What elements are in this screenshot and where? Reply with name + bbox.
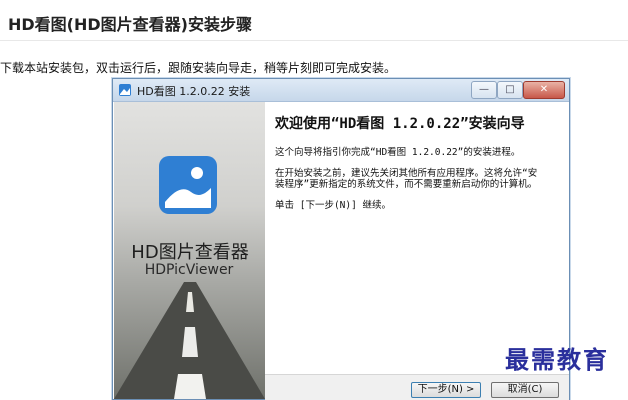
road-image (114, 282, 265, 399)
installer-side-banner: HD图片查看器 HDPicViewer (114, 102, 265, 399)
intro-text: 下载本站安装包，双击运行后，跟随安装向导走，稍等片刻即可完成安装。 (0, 61, 397, 75)
minimize-button[interactable]: — (471, 81, 497, 99)
maximize-button[interactable]: □ (497, 81, 523, 99)
close-button[interactable]: ✕ (523, 81, 565, 99)
installer-window: HD看图 1.2.0.22 安装 — □ ✕ HD图片查看器 HDPicView… (112, 78, 570, 400)
installer-button-bar: 下一步(N) > 取消(C) (265, 374, 569, 400)
next-button[interactable]: 下一步(N) > (411, 382, 481, 398)
side-app-name: HD图片查看器 (131, 242, 249, 263)
description-paragraph: 单击 [下一步(N)] 继续。 (275, 200, 392, 211)
description-paragraph: 在开始安装之前，建议先关闭其他所有应用程序。这将允许“安装程序”更新指定的系统文… (275, 168, 538, 190)
page-title: HD看图(HD图片查看器)安装步骤 (8, 15, 252, 34)
app-small-icon (119, 84, 131, 96)
description-paragraph: 这个向导将指引你完成“HD看图 1.2.0.22”的安装进程。 (275, 147, 521, 158)
watermark-text: 最需教育 (505, 345, 609, 374)
installer-window-title: HD看图 1.2.0.22 安装 (137, 85, 251, 98)
hd-viewer-logo-icon (159, 156, 217, 214)
side-app-subtitle: HDPicViewer (144, 262, 234, 278)
welcome-heading: 欢迎使用“HD看图 1.2.0.22”安装向导 (275, 116, 525, 132)
installer-content: 欢迎使用“HD看图 1.2.0.22”安装向导 这个向导将指引你完成“HD看图 … (275, 115, 545, 221)
title-divider (0, 40, 628, 41)
installer-titlebar[interactable]: HD看图 1.2.0.22 安装 — □ ✕ (113, 79, 569, 102)
cancel-button[interactable]: 取消(C) (491, 382, 559, 398)
